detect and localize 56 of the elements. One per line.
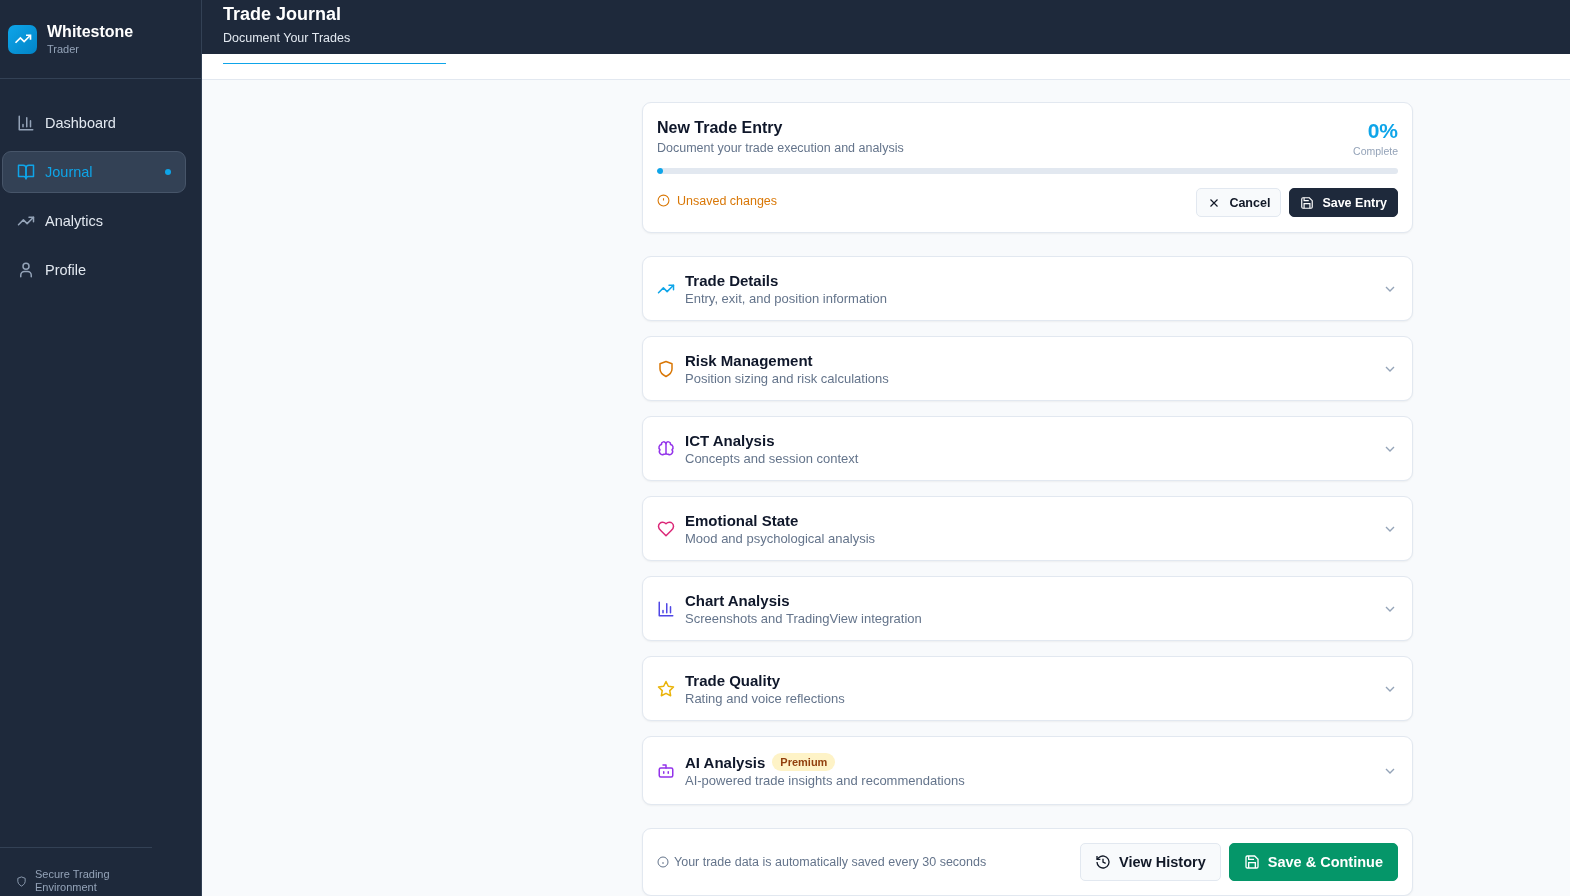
star-icon bbox=[657, 679, 675, 698]
section-title: Trade Details bbox=[685, 271, 779, 289]
info-icon bbox=[657, 856, 669, 868]
section-title: Risk Management bbox=[685, 351, 813, 369]
save-entry-button[interactable]: Save Entry bbox=[1289, 188, 1398, 217]
nav-item[interactable]: Analytics bbox=[2, 200, 186, 242]
shield-icon bbox=[657, 359, 675, 378]
cancel-button[interactable]: Cancel bbox=[1196, 188, 1282, 217]
entry-subtitle: Document your trade execution and analysis bbox=[657, 141, 904, 155]
user-icon bbox=[17, 261, 35, 279]
section-subtitle: Screenshots and TradingView integration bbox=[685, 610, 923, 626]
section-header[interactable]: Chart Analysis Screenshots and TradingView integration bbox=[642, 576, 1413, 641]
section-title: Emotional State bbox=[685, 511, 799, 529]
section-header[interactable]: Trade Details Entry, exit, and position information bbox=[642, 256, 1413, 321]
section-header[interactable]: ICT Analysis Concepts and session context bbox=[642, 416, 1413, 481]
section-title: Trade Quality bbox=[685, 671, 781, 689]
completion-percent: 0% bbox=[1366, 119, 1398, 143]
bar-chart-icon bbox=[657, 599, 675, 618]
history-icon bbox=[1095, 854, 1111, 870]
book-icon bbox=[17, 163, 35, 181]
logo-icon bbox=[8, 24, 37, 54]
section-title: Chart Analysis bbox=[685, 591, 790, 609]
entry-title: New Trade Entry bbox=[657, 119, 784, 137]
nav-item[interactable]: Dashboard bbox=[2, 102, 186, 144]
robot-icon bbox=[657, 761, 675, 780]
unsaved-status: Unsaved changes bbox=[677, 193, 778, 208]
brand-name: Whitestone bbox=[47, 23, 134, 41]
section-title: AI Analysis bbox=[685, 753, 766, 771]
section-header[interactable]: AI Analysis Premium AI-powered trade insights and recommendations bbox=[642, 736, 1413, 805]
section-subtitle: Mood and psychological analysis bbox=[685, 530, 877, 546]
view-history-button[interactable]: View History bbox=[1080, 843, 1221, 881]
bar-chart-icon bbox=[17, 114, 35, 132]
section-subtitle: Concepts and session context bbox=[685, 450, 860, 466]
heart-icon bbox=[657, 519, 675, 538]
section-subtitle: Entry, exit, and position information bbox=[685, 290, 889, 306]
section-header[interactable]: Emotional State Mood and psychological analysis bbox=[642, 496, 1413, 561]
shield-icon bbox=[16, 875, 27, 887]
active-dot bbox=[165, 169, 171, 175]
section-header[interactable]: Trade Quality Rating and voice reflections bbox=[642, 656, 1413, 721]
nav-item[interactable]: Journal bbox=[2, 151, 186, 193]
premium-badge: Premium bbox=[772, 753, 836, 771]
page-subtitle: Document Your Trades bbox=[223, 31, 352, 45]
page-title: Trade Journal bbox=[223, 4, 343, 25]
save-continue-button[interactable]: Save & Continue bbox=[1228, 843, 1398, 881]
section-subtitle: Position sizing and risk calculations bbox=[685, 370, 890, 386]
alert-icon bbox=[657, 194, 670, 207]
section-header[interactable]: Risk Management Position sizing and risk calculations bbox=[642, 336, 1413, 401]
autosave-note: Your trade data is automatically saved every 30 seconds bbox=[674, 855, 987, 869]
brain-icon bbox=[657, 439, 675, 458]
section-subtitle: AI-powered trade insights and recommendations bbox=[685, 773, 966, 788]
completion-label: Complete bbox=[1353, 145, 1398, 157]
section-title: ICT Analysis bbox=[685, 431, 775, 449]
nav-item[interactable]: Profile bbox=[2, 249, 186, 291]
security-note: Secure Trading Environment bbox=[35, 868, 111, 894]
brand-subtitle: Trader bbox=[47, 43, 80, 55]
section-subtitle: Rating and voice reflections bbox=[685, 690, 846, 706]
